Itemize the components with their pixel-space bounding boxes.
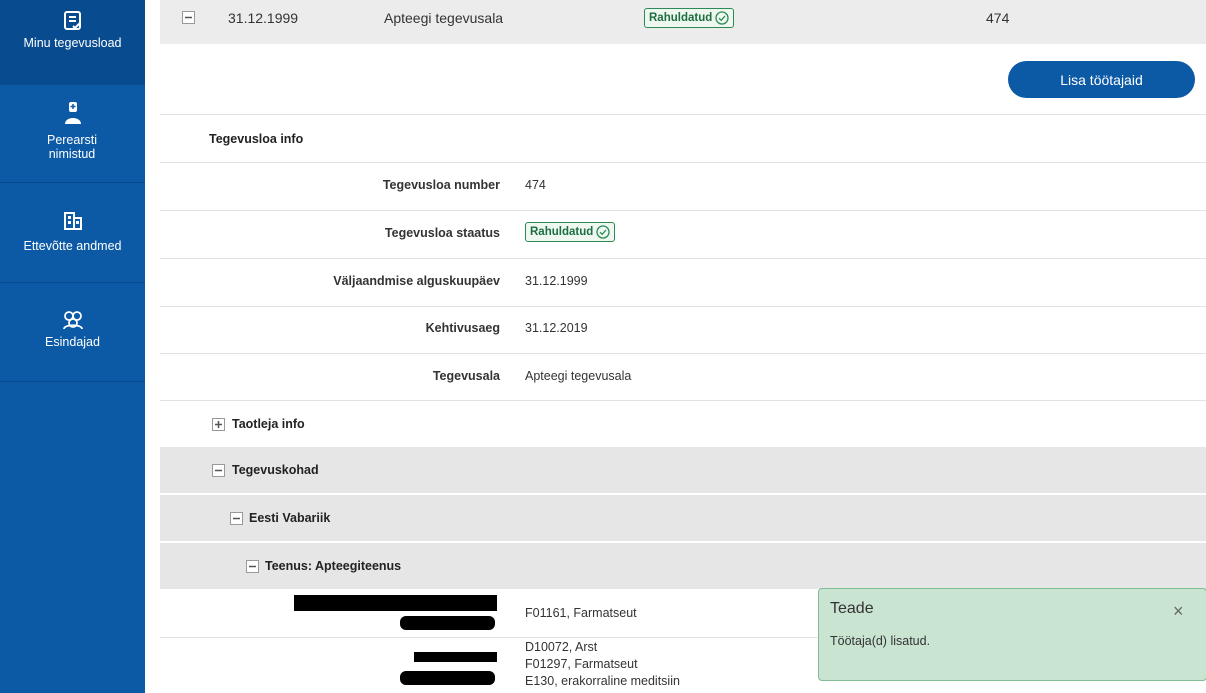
collapse-icon[interactable] <box>212 464 225 477</box>
tree-node-applicant-info[interactable]: Taotleja info <box>160 401 1206 447</box>
tree-label: Tegevuskohad <box>232 463 319 477</box>
sidebar-item-label: Perearsti nimistud <box>46 133 98 161</box>
collapse-icon[interactable] <box>246 560 259 573</box>
sidebar-item-label: Ettevõtte andmed <box>23 239 122 253</box>
license-row[interactable]: 31.12.1999 Apteegi tegevusala Rahuldatud… <box>160 0 1206 44</box>
status-label: Rahuldatud <box>530 226 594 238</box>
tree-label: Eesti Vabariik <box>249 511 331 525</box>
collapse-icon[interactable] <box>182 11 195 24</box>
tree-node-country[interactable]: Eesti Vabariik <box>160 495 1206 541</box>
toast-title: Teade <box>830 600 874 617</box>
field-value-license-number: 474 <box>525 178 546 192</box>
status-badge: Rahuldatud <box>525 222 616 242</box>
sidebar: Minu tegevusload Perearsti nimistud Ette… <box>0 0 145 693</box>
divider <box>160 114 1206 115</box>
sidebar-item-label: Minu tegevusload <box>23 36 122 50</box>
field-value-activity-area: Apteegi tegevusala <box>525 369 632 383</box>
doctor-icon <box>64 102 81 124</box>
field-label-validity: Kehtivusaeg <box>425 321 500 335</box>
divider <box>160 162 1206 163</box>
employee-qualifications: D10072, Arst F01297, Farmatseut E130, er… <box>525 640 680 688</box>
field-label-license-status: Tegevusloa staatus <box>384 226 500 240</box>
field-value-license-status: Rahuldatud <box>525 222 616 242</box>
field-value-validity: 31.12.2019 <box>525 321 588 335</box>
license-info-title: Tegevusloa info <box>209 132 304 146</box>
tree-label: Taotleja info <box>232 417 305 431</box>
status-label: Rahuldatud <box>649 12 713 24</box>
sidebar-item-licenses[interactable]: Minu tegevusload <box>0 0 145 85</box>
toast-message: Töötaja(d) lisatud. <box>830 634 931 648</box>
sidebar-item-representatives[interactable]: Esindajad <box>0 283 145 382</box>
building-icon <box>63 212 82 230</box>
tree-label: Teenus: Apteegiteenus <box>265 559 402 573</box>
divider <box>160 353 1206 354</box>
divider <box>160 258 1206 259</box>
status-badge: Rahuldatud <box>644 8 735 28</box>
license-icon <box>63 11 81 30</box>
license-area: Apteegi tegevusala <box>384 10 504 26</box>
sidebar-item-company-data[interactable]: Ettevõtte andmed <box>0 183 145 283</box>
divider <box>160 306 1206 307</box>
expand-icon[interactable] <box>212 418 225 431</box>
license-number: 474 <box>986 10 1010 26</box>
field-value-issue-date: 31.12.1999 <box>525 274 588 288</box>
field-label-activity-area: Tegevusala <box>432 369 500 383</box>
people-icon <box>62 311 83 330</box>
check-circle-icon <box>715 11 729 25</box>
tree-node-service[interactable]: Teenus: Apteegiteenus <box>160 543 1206 589</box>
license-date: 31.12.1999 <box>228 10 299 26</box>
divider <box>160 210 1206 211</box>
tree-node-locations[interactable]: Tegevuskohad <box>160 447 1206 493</box>
redacted-id <box>400 616 495 630</box>
divider <box>160 637 820 638</box>
redacted-name <box>414 652 497 662</box>
redacted-id <box>400 671 495 685</box>
check-circle-icon <box>596 225 610 239</box>
sidebar-item-family-doctor-lists[interactable]: Perearsti nimistud <box>0 85 145 183</box>
redacted-name <box>294 595 497 611</box>
content-gutter <box>145 0 160 693</box>
close-icon[interactable]: × <box>1173 601 1184 622</box>
sidebar-item-label: Esindajad <box>45 335 100 349</box>
field-label-issue-date: Väljaandmise alguskuupäev <box>333 274 500 288</box>
field-label-license-number: Tegevusloa number <box>382 178 500 192</box>
collapse-icon[interactable] <box>230 512 243 525</box>
employee-qualifications: F01161, Farmatseut <box>525 606 637 620</box>
notification-toast: Teade × Töötaja(d) lisatud. <box>818 588 1206 681</box>
add-employees-button[interactable]: Lisa töötajaid <box>1008 61 1195 98</box>
